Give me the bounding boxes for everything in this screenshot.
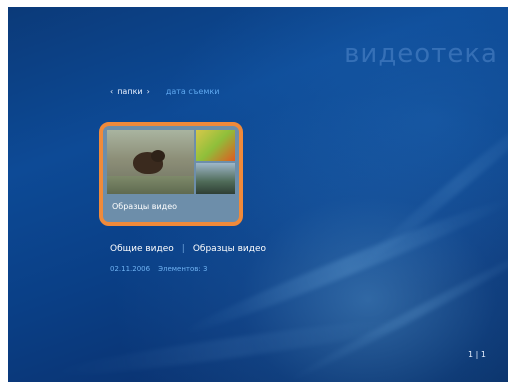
video-thumbnail xyxy=(196,130,235,161)
thumbnail-ground xyxy=(107,176,194,194)
path-separator: | xyxy=(181,244,185,254)
chevron-left-icon[interactable]: ‹ xyxy=(110,87,113,96)
selection-date: 02.11.2006 xyxy=(110,265,151,273)
selection-path: Общие видео | Образцы видео xyxy=(110,244,266,254)
tile-label: Образцы видео xyxy=(112,202,178,211)
nav-date-taken[interactable]: дата съемки xyxy=(166,87,220,96)
path-secondary: Образцы видео xyxy=(192,244,266,254)
page-indicator: 1 | 1 xyxy=(468,350,486,359)
background-streak xyxy=(353,95,508,273)
selection-count: Элементов: 3 xyxy=(158,265,208,273)
view-nav: ‹ папки › дата съемки xyxy=(110,87,219,96)
video-thumbnail xyxy=(107,130,194,194)
background-streak xyxy=(48,310,428,382)
selection-details: 02.11.2006 Элементов: 3 xyxy=(110,265,207,273)
folder-tile-sample-videos[interactable]: Образцы видео xyxy=(99,122,243,226)
thumbnail-animal-head xyxy=(151,150,165,162)
path-primary: Общие видео xyxy=(110,244,174,254)
video-thumbnail xyxy=(196,163,235,194)
chevron-right-icon[interactable]: › xyxy=(147,87,150,96)
background-streak xyxy=(283,237,508,382)
page-title: видеотека xyxy=(344,39,498,69)
nav-folders[interactable]: ‹ папки › xyxy=(110,87,150,96)
media-center-screen: видеотека ‹ папки › дата съемки Образцы … xyxy=(8,7,508,382)
nav-folders-label: папки xyxy=(117,87,143,96)
